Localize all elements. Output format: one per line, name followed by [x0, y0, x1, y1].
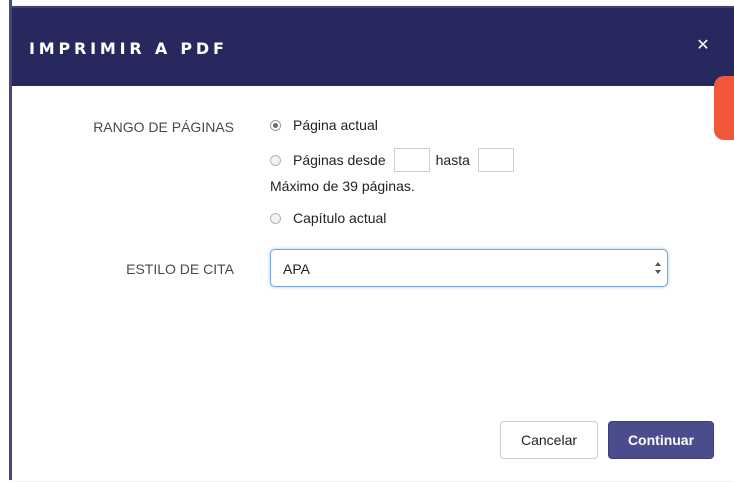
- close-icon[interactable]: ✕: [694, 37, 712, 55]
- citation-style-select[interactable]: APA: [270, 249, 668, 287]
- radio-label-current-chapter: Capítulo actual: [293, 210, 387, 226]
- background-left: [0, 0, 9, 482]
- radio-option-current-chapter[interactable]: Capítulo actual: [270, 208, 386, 228]
- cancel-button[interactable]: Cancelar: [500, 421, 598, 459]
- citation-style-value: APA: [283, 261, 310, 277]
- radio-button-current-page[interactable]: [270, 119, 281, 131]
- continue-button[interactable]: Continuar: [608, 421, 714, 459]
- citation-style-label: ESTILO DE CITA: [126, 261, 234, 277]
- page-to-input[interactable]: [477, 148, 514, 172]
- radio-button-pages-from[interactable]: [270, 154, 281, 166]
- page-from-input[interactable]: [393, 148, 430, 172]
- max-pages-note: Máximo de 39 páginas.: [270, 178, 415, 194]
- to-label: hasta: [435, 152, 470, 168]
- radio-label-pages-from: Páginas desde: [293, 152, 386, 168]
- radio-label-current-page: Página actual: [293, 117, 378, 133]
- side-feedback-tab[interactable]: [714, 76, 734, 140]
- radio-option-current-page[interactable]: Página actual: [270, 115, 378, 135]
- dialog-header: IMPRIMIR A PDF ✕: [12, 6, 734, 86]
- select-arrows-icon: [655, 262, 661, 274]
- dialog-title: IMPRIMIR A PDF: [29, 39, 228, 58]
- page: IMPRIMIR A PDF ✕ RANGO DE PÁGINAS Página…: [0, 0, 734, 482]
- radio-button-current-chapter[interactable]: [270, 212, 281, 224]
- radio-option-pages-from[interactable]: Páginas desde hasta: [270, 148, 520, 172]
- print-to-pdf-dialog: IMPRIMIR A PDF ✕ RANGO DE PÁGINAS Página…: [12, 6, 734, 481]
- page-range-label: RANGO DE PÁGINAS: [93, 119, 234, 135]
